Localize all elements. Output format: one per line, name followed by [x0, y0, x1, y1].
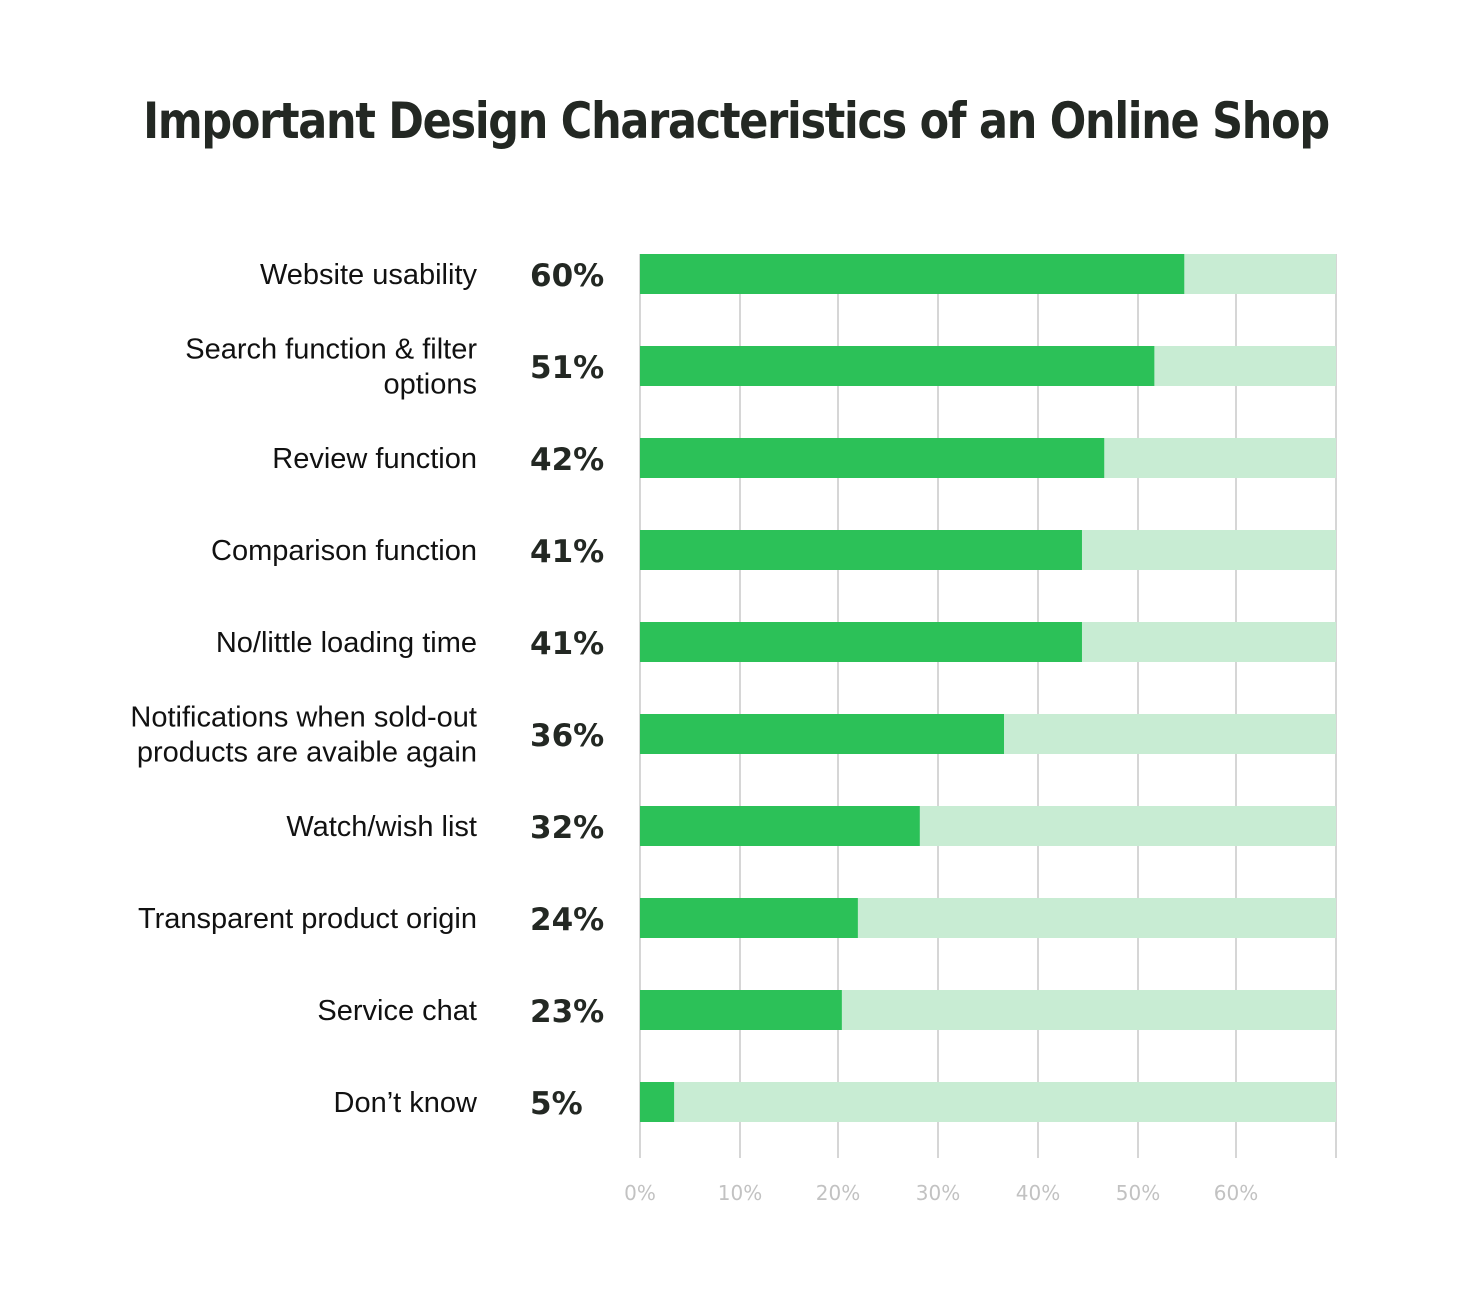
category-label-line: Don’t know	[334, 1087, 479, 1119]
bar	[640, 898, 858, 938]
bar	[640, 806, 920, 846]
value-label: 51%	[530, 350, 604, 386]
category-label-line: Comparison function	[211, 535, 477, 567]
value-label: 36%	[530, 718, 604, 754]
category-label-line: products are avaible again	[137, 737, 477, 769]
category-label: Notifications when sold-out products are …	[130, 702, 477, 769]
bar	[640, 1082, 675, 1122]
value-label: 41%	[530, 626, 604, 662]
category-label-line: Review function	[272, 443, 477, 475]
bar	[640, 438, 1105, 478]
category-label-line: Transparent product origin	[138, 903, 477, 935]
category-label: No/little loading time	[216, 627, 477, 659]
value-label: 24%	[530, 902, 604, 938]
x-tick-label: 10%	[718, 1181, 762, 1205]
bar	[640, 714, 1005, 754]
category-label: Transparent product origin	[138, 903, 477, 935]
bar	[640, 254, 1185, 294]
value-label: 23%	[530, 994, 604, 1030]
category-label: Comparison function	[211, 535, 477, 567]
value-label: 60%	[530, 258, 604, 294]
x-tick-label: 50%	[1116, 1181, 1160, 1205]
category-label: Website usability	[260, 259, 478, 291]
bar	[640, 622, 1082, 662]
value-label: 32%	[530, 810, 604, 846]
bar	[640, 990, 842, 1030]
value-label: 5%	[530, 1086, 583, 1122]
category-label: Service chat	[317, 995, 477, 1027]
value-label: 42%	[530, 442, 604, 478]
category-labels: Website usability Search function & filte…	[130, 259, 478, 1119]
value-label: 41%	[530, 534, 604, 570]
category-label-line: Watch/wish list	[286, 811, 477, 843]
category-label: Search function & filter options	[185, 334, 477, 401]
bars	[640, 254, 1336, 1122]
bar-track	[640, 1082, 1336, 1122]
x-axis-tick-labels: 0% 10% 20% 30% 40% 50% 60%	[624, 1181, 1258, 1205]
category-label-line: Service chat	[317, 995, 477, 1027]
category-label-line: Notifications when sold-out	[130, 702, 477, 734]
value-labels: 60% 51% 42% 41% 41% 36% 32% 24% 23% 5%	[530, 258, 604, 1122]
x-tick-label: 0%	[624, 1181, 656, 1205]
x-tick-label: 20%	[816, 1181, 860, 1205]
x-tick-label: 60%	[1214, 1181, 1258, 1205]
bar-chart: Website usability Search function & filte…	[130, 254, 1337, 1205]
bar	[640, 530, 1082, 570]
category-label: Watch/wish list	[286, 811, 477, 843]
x-tick-label: 40%	[1016, 1181, 1060, 1205]
category-label-line: Website usability	[260, 259, 478, 291]
bar	[640, 346, 1155, 386]
category-label-line: Search function & filter	[185, 334, 477, 366]
category-label-line: No/little loading time	[216, 627, 477, 659]
x-tick-label: 30%	[916, 1181, 960, 1205]
category-label: Review function	[272, 443, 477, 475]
category-label-line: options	[383, 369, 477, 401]
category-label: Don’t know	[334, 1087, 479, 1119]
